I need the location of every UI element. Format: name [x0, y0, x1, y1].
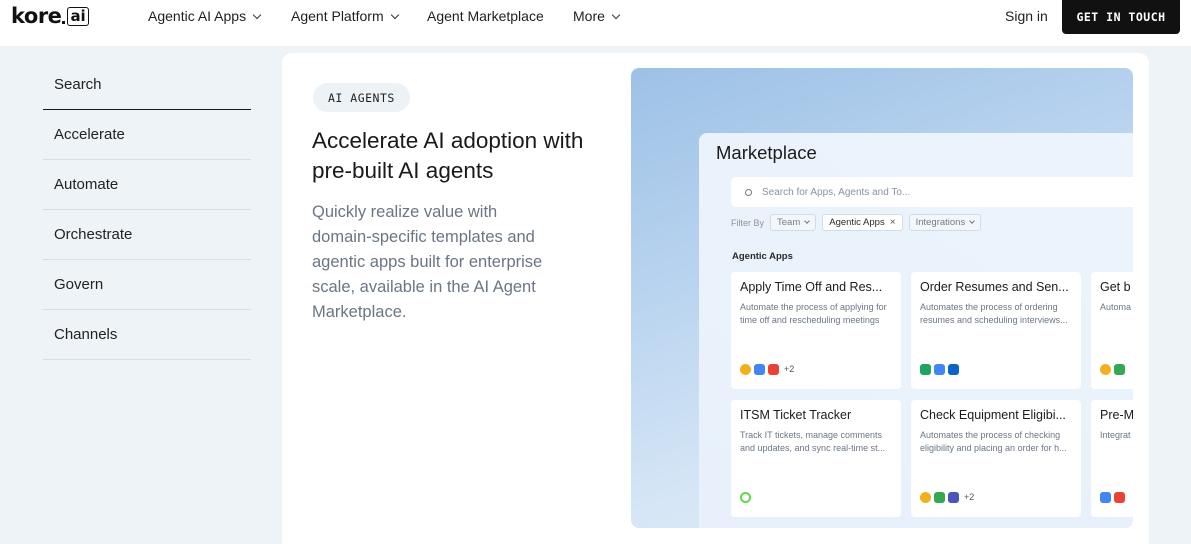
servicenow-icon — [740, 491, 751, 503]
sidebar-item-govern[interactable]: Govern — [43, 260, 251, 310]
ai-agents-badge: AI AGENTS — [313, 83, 410, 112]
google-calendar-icon — [934, 363, 945, 375]
app-card-description: Automates the process of checking eligib… — [920, 430, 1067, 453]
integration-icons — [920, 363, 959, 375]
chip-label: Team — [777, 217, 801, 228]
google-calendar-icon — [1100, 491, 1111, 503]
app-card: Get b Automa and sur — [1091, 272, 1133, 389]
kore-ai-logo[interactable]: kore ai — [11, 4, 89, 28]
marketplace-window: Marketplace Search for Apps, Agents and … — [699, 133, 1133, 528]
sidebar-item-search[interactable]: Search — [43, 60, 251, 110]
feature-description: Quickly realize value with domain-specif… — [312, 203, 543, 321]
nav-label: Agentic AI Apps — [148, 8, 247, 24]
marketplace-search-input: Search for Apps, Agents and To... — [731, 177, 1133, 207]
kore-agent-icon — [1100, 363, 1111, 375]
close-icon: × — [889, 217, 896, 228]
top-navigation: kore ai Agentic AI Apps Agent Platform A… — [0, 0, 1191, 46]
kore-agent-icon — [740, 363, 751, 375]
app-card: Check Equipment Eligibi... Automates the… — [911, 400, 1081, 517]
app-card-description: Integrat summa — [1100, 430, 1133, 440]
logo-suffix: ai — [67, 6, 89, 26]
chevron-down-icon — [969, 218, 976, 224]
filter-chip-integrations: Integrations — [908, 214, 982, 231]
feature-card: AI AGENTS Accelerate AI adoption with pr… — [282, 53, 1149, 544]
app-card-title: Check Equipment Eligibi... — [920, 408, 1066, 422]
marketplace-illustration: Marketplace Search for Apps, Agents and … — [631, 68, 1133, 528]
app-card-title: Pre-M — [1100, 408, 1133, 422]
nav-label: Agent Platform — [291, 8, 384, 24]
integration-icons — [740, 491, 751, 503]
sign-in-link[interactable]: Sign in — [1005, 0, 1048, 32]
sidebar-item-label: Search — [54, 76, 102, 93]
google-drive-icon — [1114, 363, 1125, 375]
app-card-description: Automate the process of applying for tim… — [740, 302, 887, 325]
chip-label: Agentic Apps — [829, 217, 885, 228]
chevron-down-icon — [390, 10, 399, 19]
gmail-icon — [1114, 491, 1125, 503]
sidebar-item-label: Automate — [54, 176, 119, 193]
filter-row: Filter By Team Agentic Apps × Integratio… — [731, 214, 982, 231]
app-card: ITSM Ticket Tracker Track IT tickets, ma… — [731, 400, 901, 517]
search-placeholder: Search for Apps, Agents and To... — [762, 186, 911, 198]
outlook-icon — [948, 363, 959, 375]
chevron-down-icon — [611, 10, 621, 19]
feature-headline: Accelerate AI adoption with pre-built AI… — [312, 128, 584, 183]
chip-label: Integrations — [915, 217, 966, 228]
app-card: Order Resumes and Sen... Automates the p… — [911, 272, 1081, 389]
google-calendar-icon — [754, 363, 765, 375]
sidebar-item-channels[interactable]: Channels — [43, 310, 251, 360]
nav-more[interactable]: More — [573, 0, 621, 32]
app-card-description: Track IT tickets, manage comments and up… — [740, 430, 886, 453]
chevron-down-icon — [252, 10, 262, 19]
app-card-title: Order Resumes and Sen... — [920, 280, 1069, 294]
app-card-description: Automa and sur — [1100, 302, 1133, 312]
chevron-down-icon — [804, 218, 811, 224]
integration-icons: +2 — [920, 491, 974, 503]
feature-sidebar: Search Accelerate Automate Orchestrate G… — [43, 60, 251, 360]
integration-icons — [1100, 491, 1125, 503]
logo-dot — [62, 21, 66, 24]
get-in-touch-button[interactable]: GET IN TOUCH — [1062, 0, 1180, 34]
filter-chip-agentic-apps: Agentic Apps × — [822, 214, 903, 231]
teams-icon — [948, 491, 959, 503]
sidebar-item-automate[interactable]: Automate — [43, 160, 251, 210]
sidebar-item-orchestrate[interactable]: Orchestrate — [43, 210, 251, 260]
sidebar-item-label: Channels — [54, 326, 118, 343]
kore-agent-icon — [920, 491, 931, 503]
sidebar-item-label: Orchestrate — [54, 226, 133, 243]
app-card-title: ITSM Ticket Tracker — [740, 408, 852, 422]
nav-agentic-ai-apps[interactable]: Agentic AI Apps — [148, 0, 262, 32]
section-heading: Agentic Apps — [732, 251, 793, 262]
integration-icons — [1100, 363, 1125, 375]
nav-label: Agent Marketplace — [427, 8, 544, 24]
more-integrations-count: +2 — [964, 492, 975, 502]
sidebar-item-label: Accelerate — [54, 126, 125, 143]
active-indicator — [43, 109, 54, 110]
logo-text: kore — [11, 4, 62, 28]
app-card-title: Apply Time Off and Res... — [740, 280, 883, 294]
gmail-icon — [768, 363, 779, 375]
app-card: Pre-M Integrat summa — [1091, 400, 1133, 517]
nav-agent-marketplace[interactable]: Agent Marketplace — [427, 0, 544, 32]
more-integrations-count: +2 — [784, 364, 795, 374]
sheets-icon — [920, 363, 931, 375]
sidebar-item-accelerate[interactable]: Accelerate — [43, 109, 251, 160]
app-card-description: Automates the process of ordering resume… — [920, 302, 1068, 325]
filter-chip-team: Team — [770, 214, 817, 231]
nav-agent-platform[interactable]: Agent Platform — [291, 0, 399, 32]
search-icon — [745, 188, 752, 196]
sidebar-item-label: Govern — [54, 276, 104, 293]
integration-icons: +2 — [740, 363, 794, 375]
filter-label: Filter By — [731, 217, 765, 228]
app-card-title: Get b — [1100, 280, 1131, 294]
marketplace-title: Marketplace — [716, 142, 817, 163]
nav-label: More — [573, 8, 605, 24]
google-drive-icon — [934, 491, 945, 503]
app-card: Apply Time Off and Res... Automate the p… — [731, 272, 901, 389]
